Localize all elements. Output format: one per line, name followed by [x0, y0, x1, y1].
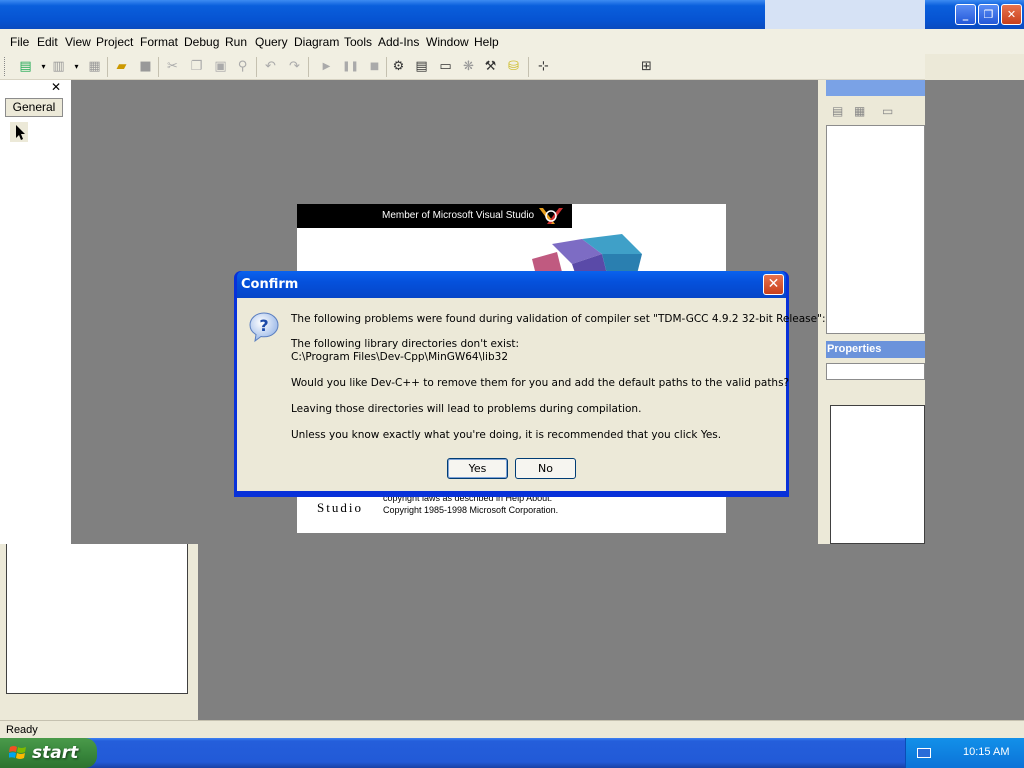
confirm-dialog: Confirm ✕ ? The following problems were …: [234, 271, 826, 497]
minimize-button[interactable]: _: [955, 4, 976, 25]
toolbox-tab-general[interactable]: General: [5, 98, 63, 117]
left-lower-panel: [6, 544, 188, 694]
menu-view[interactable]: View: [65, 35, 91, 49]
toolbar-grip[interactable]: [4, 57, 7, 76]
add-project-icon[interactable]: ▤: [17, 58, 34, 75]
project-explorer-icon[interactable]: ⚙: [390, 58, 407, 75]
menu-add-ins[interactable]: Add-Ins: [378, 35, 419, 49]
data-view-icon[interactable]: ⛁: [505, 58, 522, 75]
redo-icon[interactable]: ↷: [286, 58, 303, 75]
position-icon[interactable]: ⊹: [535, 58, 552, 75]
toolbox-panel: ✕ General: [0, 80, 71, 544]
status-bar: Ready: [0, 720, 1024, 738]
question-icon: ?: [248, 311, 280, 343]
left-lower-area: [0, 544, 198, 720]
keyboard-tray-icon[interactable]: [917, 748, 931, 758]
title-bar-highlight: [765, 0, 925, 29]
dialog-message-line-2: The following library directories don't …: [291, 338, 520, 350]
toolbar-separator: [107, 57, 108, 77]
pointer-tool-icon[interactable]: [10, 122, 28, 142]
toolbar-separator-6: [528, 57, 529, 77]
menu-project[interactable]: Project: [96, 35, 133, 49]
project-explorer-toolbar: ▤ ▦ ▭: [826, 100, 925, 124]
menu-debug[interactable]: Debug: [184, 35, 219, 49]
menu-diagram[interactable]: Diagram: [294, 35, 339, 49]
toggle-folders-icon[interactable]: ▭: [882, 104, 893, 118]
splash-brand-studio: Studio: [317, 500, 363, 515]
toolbar-separator-2: [158, 57, 159, 77]
properties-title: Properties: [826, 341, 925, 358]
close-button[interactable]: ✕: [1001, 4, 1022, 25]
dropdown-arrow-icon-2[interactable]: ▾: [68, 58, 85, 75]
windows-logo-icon: [9, 746, 26, 759]
dialog-message-path: C:\Program Files\Dev-Cpp\MinGW64\lib32: [291, 351, 508, 363]
toolbar-separator-5: [386, 57, 387, 77]
project-explorer-title: [826, 80, 925, 96]
end-icon[interactable]: ■: [366, 58, 383, 75]
menu-file[interactable]: File: [10, 35, 29, 49]
dialog-message-line-1: The following problems were found during…: [291, 313, 826, 325]
dialog-close-button[interactable]: ✕: [763, 274, 784, 295]
svg-text:?: ?: [259, 316, 268, 335]
start-button[interactable]: start: [0, 738, 97, 768]
open-project-icon[interactable]: ▰: [113, 58, 130, 75]
menu-bar-right-area: [925, 29, 1024, 54]
save-project-icon[interactable]: ■: [137, 58, 154, 75]
taskbar: start: [0, 738, 1024, 768]
dialog-message-line-6: Unless you know exactly what you're doin…: [291, 429, 722, 441]
dialog-message-line-4: Would you like Dev-C++ to remove them fo…: [291, 377, 790, 389]
taskbar-clock[interactable]: 10:15 AM: [963, 746, 1009, 758]
menu-query[interactable]: Query: [255, 35, 288, 49]
project-explorer-tree[interactable]: [826, 125, 925, 334]
properties-window-icon[interactable]: ▤: [413, 58, 430, 75]
find-icon[interactable]: ⚲: [234, 58, 251, 75]
paste-icon[interactable]: ▣: [212, 58, 229, 75]
no-button[interactable]: No: [515, 458, 576, 479]
splash-banner: Member of Microsoft Visual Studio: [297, 204, 572, 228]
form-layout-panel: [830, 405, 925, 544]
dialog-body: ? The following problems were found duri…: [237, 298, 826, 491]
menu-window[interactable]: Window: [426, 35, 469, 49]
start-label: start: [32, 743, 79, 763]
view-code-icon[interactable]: ▤: [832, 104, 843, 118]
dialog-title: Confirm: [241, 277, 299, 292]
cut-icon[interactable]: ✂: [164, 58, 181, 75]
yes-button[interactable]: Yes: [447, 458, 508, 479]
toolbox-icon[interactable]: ⚒: [482, 58, 499, 75]
standard-toolbar: ▤ ▾ ▥ ▾ ▦ ▰ ■ ✂ ❐ ▣ ⚲ ↶ ↷ ▶ ❚❚ ■ ⚙ ▤ ▭ ❋…: [0, 54, 925, 80]
copyright-line-2: Copyright 1985-1998 Microsoft Corporatio…: [383, 505, 559, 515]
dialog-title-bar[interactable]: Confirm ✕: [237, 271, 786, 298]
menu-run[interactable]: Run: [225, 35, 247, 49]
undo-icon[interactable]: ↶: [262, 58, 279, 75]
object-browser-icon[interactable]: ❋: [460, 58, 477, 75]
right-panel: ▤ ▦ ▭ Properties: [818, 80, 925, 544]
menu-editor-icon[interactable]: ▦: [86, 58, 103, 75]
status-text: Ready: [6, 724, 38, 736]
start-icon[interactable]: ▶: [318, 58, 335, 75]
copy-icon[interactable]: ❐: [188, 58, 205, 75]
toolbar-separator-4: [308, 57, 309, 77]
menu-format[interactable]: Format: [140, 35, 178, 49]
menu-edit[interactable]: Edit: [37, 35, 58, 49]
menu-help[interactable]: Help: [474, 35, 499, 49]
add-item-icon[interactable]: ▥: [50, 58, 67, 75]
right-desktop-area: [925, 80, 1024, 720]
visual-studio-logo-icon: [537, 206, 567, 226]
properties-object-dropdown[interactable]: [826, 363, 925, 380]
toolbar-separator-3: [256, 57, 257, 77]
break-icon[interactable]: ❚❚: [342, 58, 359, 75]
toolbox-close-icon[interactable]: ✕: [49, 80, 63, 94]
size-icon[interactable]: ⊞: [638, 58, 655, 75]
restore-button[interactable]: ❐: [978, 4, 999, 25]
dialog-message-line-5: Leaving those directories will lead to p…: [291, 403, 642, 415]
toolbar-right-area: [925, 54, 1024, 80]
menu-bar: File Edit View Project Format Debug Run …: [0, 29, 925, 54]
view-object-icon[interactable]: ▦: [854, 104, 865, 118]
menu-tools[interactable]: Tools: [344, 35, 372, 49]
form-layout-icon[interactable]: ▭: [437, 58, 454, 75]
